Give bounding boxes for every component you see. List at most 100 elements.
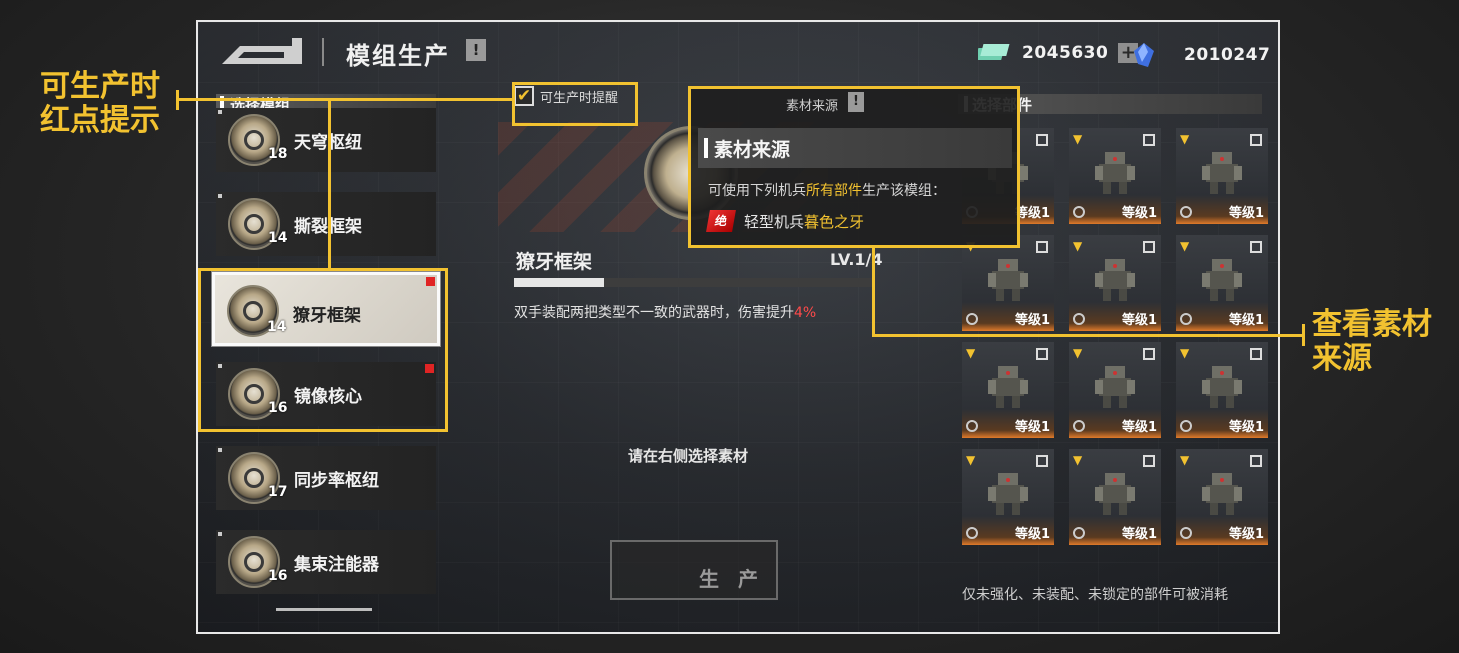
- part-select-checkbox[interactable]: [1143, 455, 1155, 467]
- highlight-material-source: [688, 86, 1020, 248]
- part-card[interactable]: ▼等级1: [962, 449, 1054, 545]
- module-item-4[interactable]: 17 同步率枢纽: [216, 446, 436, 510]
- part-card[interactable]: ▼等级1: [1069, 128, 1161, 224]
- module-desc-value: 4%: [794, 305, 817, 321]
- module-level-bar: [514, 278, 874, 287]
- rarity-chevron-icon: ▼: [1073, 346, 1083, 360]
- produce-button-label: 生 产: [699, 567, 764, 591]
- part-level: 等级1: [1014, 206, 1050, 221]
- parts-footer-note: 仅未强化、未装配、未锁定的部件可被消耗: [962, 587, 1228, 603]
- rarity-chevron-icon: ▼: [1180, 132, 1190, 146]
- module-desc-text: 双手装配两把类型不一致的武器时，伤害提升: [514, 305, 794, 321]
- module-item-1[interactable]: 14 撕裂框架: [216, 192, 436, 256]
- connector-line-left: [176, 98, 512, 101]
- part-card[interactable]: ▼ 等级1: [1069, 449, 1161, 545]
- part-select-checkbox[interactable]: [1250, 455, 1262, 467]
- part-level: 等级1: [1014, 527, 1050, 542]
- connector-line-popup: [872, 246, 875, 336]
- resource-crystal: 2010247 +: [1132, 42, 1278, 68]
- part-level: 等级1: [1014, 420, 1050, 435]
- part-level: 等级1: [1121, 527, 1157, 542]
- part-card[interactable]: ▼ 等级1: [1176, 128, 1268, 224]
- back-logo-icon[interactable]: [222, 38, 302, 64]
- part-level: 等级1: [1228, 313, 1264, 328]
- robot-part-icon: [988, 473, 1028, 515]
- money-value: 2045630: [1022, 43, 1109, 63]
- module-item-0[interactable]: 18 天穹枢纽: [216, 108, 436, 172]
- part-level: 等级1: [1228, 527, 1264, 542]
- robot-part-icon: [1095, 366, 1135, 408]
- part-select-checkbox[interactable]: [1036, 348, 1048, 360]
- info-alert-button[interactable]: !: [466, 39, 486, 61]
- part-card[interactable]: ▼等级1: [1176, 449, 1268, 545]
- highlight-red-dot-items: [198, 268, 448, 432]
- part-select-checkbox[interactable]: [1250, 241, 1262, 253]
- rarity-chevron-icon: ▼: [1180, 346, 1190, 360]
- part-select-checkbox[interactable]: [1250, 348, 1262, 360]
- part-select-checkbox[interactable]: [1143, 348, 1155, 360]
- part-select-checkbox[interactable]: [1036, 241, 1048, 253]
- crystal-value: 2010247: [1184, 45, 1271, 65]
- blue-crystal-icon: [1134, 43, 1154, 67]
- part-select-checkbox[interactable]: [1250, 134, 1262, 146]
- annotation-line-1: 可生产时: [40, 69, 160, 104]
- money-bundle-icon: [978, 44, 1010, 60]
- part-card[interactable]: ▼等级1: [962, 235, 1054, 331]
- lock-icon[interactable]: [1073, 206, 1085, 218]
- robot-part-icon: [1202, 473, 1242, 515]
- module-name: 同步率枢纽: [294, 471, 379, 491]
- lock-icon[interactable]: [1180, 206, 1192, 218]
- module-level-bar-fill: [514, 278, 604, 287]
- lock-icon[interactable]: [1180, 420, 1192, 432]
- produce-button[interactable]: 生 产: [610, 540, 778, 600]
- rarity-chevron-icon: ▼: [1073, 132, 1083, 146]
- rarity-chevron-icon: ▼: [1180, 239, 1190, 253]
- module-title: 獠牙框架: [516, 251, 593, 273]
- rarity-chevron-icon: ▼: [1073, 453, 1083, 467]
- robot-part-icon: [1095, 473, 1135, 515]
- part-select-checkbox[interactable]: [1143, 241, 1155, 253]
- robot-part-icon: [1095, 259, 1135, 301]
- part-select-checkbox[interactable]: [1036, 134, 1048, 146]
- robot-part-icon: [1202, 259, 1242, 301]
- module-item-5[interactable]: 16 集束注能器: [216, 530, 436, 594]
- part-level: 等级1: [1228, 420, 1264, 435]
- connector-line-down: [328, 98, 331, 268]
- highlight-reminder-checkbox: [512, 82, 638, 126]
- part-level: 等级1: [1014, 313, 1050, 328]
- part-card[interactable]: ▼ 等级1: [1176, 342, 1268, 438]
- module-level: 14: [268, 230, 288, 246]
- lock-icon[interactable]: [966, 313, 978, 325]
- annotation-line-1: 查看素材: [1312, 307, 1432, 342]
- robot-part-icon: [1095, 152, 1135, 194]
- rarity-chevron-icon: ▼: [1073, 239, 1083, 253]
- select-material-prompt: 请在右侧选择素材: [628, 447, 749, 465]
- module-level: 17: [268, 484, 288, 500]
- part-card[interactable]: ▼等级1: [1069, 235, 1161, 331]
- module-description: 双手装配两把类型不一致的武器时，伤害提升4%: [514, 302, 816, 322]
- robot-part-icon: [1202, 152, 1242, 194]
- annotation-line-2: 红点提示: [40, 103, 160, 138]
- part-select-checkbox[interactable]: [1143, 134, 1155, 146]
- part-card[interactable]: ▼ 等级1: [1176, 235, 1268, 331]
- lock-icon[interactable]: [966, 527, 978, 539]
- lock-icon[interactable]: [1073, 420, 1085, 432]
- list-scroll-indicator[interactable]: [276, 608, 372, 611]
- part-level: 等级1: [1228, 206, 1264, 221]
- lock-icon[interactable]: [1073, 313, 1085, 325]
- robot-part-icon: [1202, 366, 1242, 408]
- part-level: 等级1: [1121, 420, 1157, 435]
- module-level: 18: [268, 146, 288, 162]
- lock-icon[interactable]: [1073, 527, 1085, 539]
- annotation-view-source: 查看素材 来源: [1312, 308, 1432, 376]
- lock-icon[interactable]: [966, 420, 978, 432]
- lock-icon[interactable]: [1180, 527, 1192, 539]
- connector-bracket-right: [1302, 324, 1305, 346]
- part-card[interactable]: ▼ 等级1: [1069, 342, 1161, 438]
- lock-icon[interactable]: [1180, 313, 1192, 325]
- part-card[interactable]: ▼ 等级1: [962, 342, 1054, 438]
- connector-bracket-left: [176, 90, 179, 110]
- part-select-checkbox[interactable]: [1036, 455, 1048, 467]
- connector-line-right: [872, 334, 1304, 337]
- rarity-chevron-icon: ▼: [966, 346, 976, 360]
